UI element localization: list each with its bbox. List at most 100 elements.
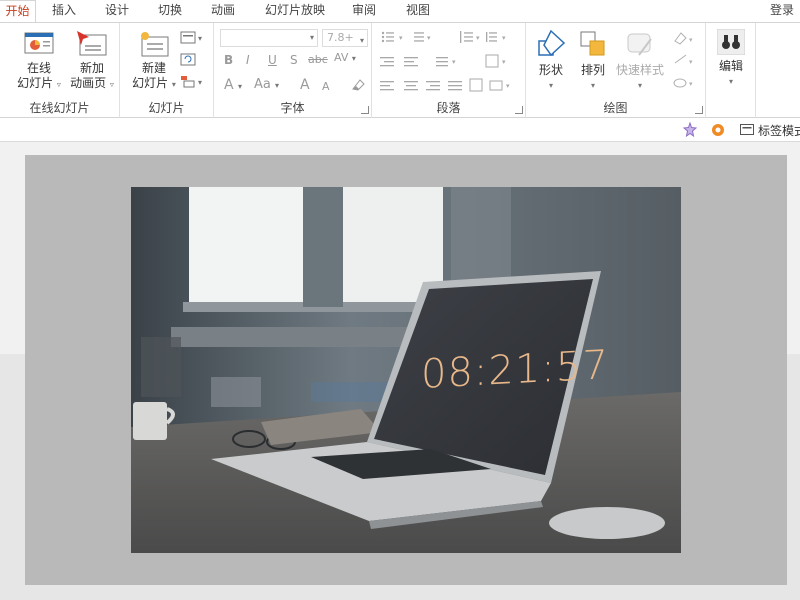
add-animation-page-button[interactable]: 新加 动画页 ▿ bbox=[64, 31, 120, 92]
italic-button[interactable]: I bbox=[246, 53, 250, 67]
font-size-select[interactable]: 7.8+ ▾ bbox=[322, 29, 368, 47]
chevron-down-icon: ▾ bbox=[275, 81, 280, 90]
tab-animations[interactable]: 动画 bbox=[203, 0, 243, 22]
tab-review[interactable]: 审阅 bbox=[344, 0, 384, 22]
shape-format-tools[interactable]: ▾ ▾ ▾ bbox=[672, 29, 698, 95]
group-label-drawing: 绘图 bbox=[603, 101, 628, 115]
laptop-photo[interactable]: 08:21:57 bbox=[131, 187, 681, 553]
new-slide-label-2: 幻灯片 bbox=[132, 76, 169, 90]
login-link[interactable]: 登录 bbox=[770, 0, 800, 22]
shrink-font-button[interactable]: A bbox=[322, 80, 330, 93]
shapes-icon bbox=[538, 29, 566, 57]
chevron-down-icon: ▿ bbox=[109, 80, 114, 89]
new-slide-icon bbox=[141, 32, 169, 57]
svg-text:▾: ▾ bbox=[452, 58, 456, 66]
paragraph-dialog-launcher[interactable] bbox=[515, 106, 523, 114]
shape-button[interactable]: 形状 ▾ bbox=[534, 29, 568, 93]
svg-text:▾: ▾ bbox=[198, 34, 202, 43]
chevron-down-icon: ▾ bbox=[171, 80, 176, 89]
chevron-down-icon: ▾ bbox=[590, 81, 595, 90]
layout-icon[interactable]: ▾ bbox=[180, 31, 206, 45]
tab-view[interactable]: 视图 bbox=[398, 0, 438, 22]
svg-text:▾: ▾ bbox=[689, 36, 693, 44]
ribbon: 在线 幻灯片 ▿ 新加 动画页 ▿ 在线幻灯片 新建 幻灯片 ▾ ▾ ▾ 幻灯片… bbox=[0, 22, 800, 118]
online-slides-button[interactable]: 在线 幻灯片 ▿ bbox=[12, 31, 66, 92]
add-animation-label-2: 动画页 bbox=[70, 76, 107, 90]
quick-access-bar: 标签模式 bbox=[0, 118, 800, 142]
new-slide-button[interactable]: 新建 幻灯片 ▾ bbox=[126, 31, 182, 92]
chevron-down-icon: ▾ bbox=[309, 33, 314, 42]
new-slide-label-1: 新建 bbox=[141, 61, 166, 75]
tab-design[interactable]: 设计 bbox=[97, 0, 137, 22]
slide-canvas[interactable]: 08:21:57 bbox=[25, 155, 787, 585]
font-color-button[interactable]: A ▾ bbox=[224, 77, 242, 93]
arrange-icon bbox=[580, 31, 605, 56]
group-drawing: 形状 ▾ 排列 ▾ 快速样式 ▾ ▾ ▾ ▾ 绘图 bbox=[526, 23, 706, 118]
svg-text:▾: ▾ bbox=[502, 34, 506, 42]
animation-page-icon bbox=[77, 31, 107, 56]
quick-style-icon bbox=[627, 33, 652, 56]
group-label-font: 字体 bbox=[280, 101, 305, 115]
online-slide-icon bbox=[24, 32, 54, 54]
arrange-label: 排列 bbox=[580, 63, 605, 77]
tag-mode-icon bbox=[740, 124, 754, 135]
shape-label: 形状 bbox=[538, 63, 563, 77]
chevron-down-icon: ▿ bbox=[56, 80, 61, 89]
group-slides: 新建 幻灯片 ▾ ▾ ▾ 幻灯片 bbox=[120, 23, 214, 118]
magic-wand-icon[interactable] bbox=[682, 122, 698, 138]
svg-text:▾: ▾ bbox=[399, 34, 403, 42]
tab-insert[interactable]: 插入 bbox=[44, 0, 84, 22]
chevron-down-icon: ▾ bbox=[728, 77, 733, 86]
svg-text:▾: ▾ bbox=[689, 58, 693, 66]
chevron-down-icon: ▾ bbox=[238, 82, 243, 91]
tag-mode-toggle[interactable]: 标签模式 bbox=[758, 122, 800, 139]
tab-home[interactable]: 开始 bbox=[0, 0, 36, 22]
strikethrough-button[interactable]: abc bbox=[308, 53, 328, 66]
bold-button[interactable]: B bbox=[224, 53, 233, 67]
group-font: ▾ 7.8+ ▾ B I U S abc AV ▾ A ▾ Aa ▾ A A 字体 bbox=[214, 23, 372, 118]
section-icon[interactable]: ▾ bbox=[180, 75, 206, 89]
tab-transitions[interactable]: 切换 bbox=[150, 0, 190, 22]
svg-text:▾: ▾ bbox=[427, 34, 431, 42]
font-name-select[interactable]: ▾ bbox=[220, 29, 318, 47]
drawing-dialog-launcher[interactable] bbox=[695, 106, 703, 114]
settings-gear-icon[interactable] bbox=[710, 122, 726, 138]
font-size-value: 7.8+ bbox=[327, 31, 354, 44]
add-animation-label-1: 新加 bbox=[79, 61, 104, 75]
char-spacing-button[interactable]: AV ▾ bbox=[334, 51, 356, 64]
slide-workspace: 08:21:57 bbox=[0, 142, 800, 600]
reset-slide-icon[interactable] bbox=[180, 53, 196, 67]
underline-button[interactable]: U bbox=[268, 53, 277, 67]
shadow-button[interactable]: S bbox=[290, 53, 298, 67]
chevron-down-icon: ▾ bbox=[637, 81, 642, 90]
online-slides-label-2: 幻灯片 bbox=[17, 76, 54, 90]
group-edit: 编辑 ▾ bbox=[706, 23, 756, 118]
tab-slideshow[interactable]: 幻灯片放映 bbox=[258, 0, 332, 22]
ribbon-tabs: 开始 插入 设计 切换 动画 幻灯片放映 审阅 视图 登录 bbox=[0, 0, 800, 22]
svg-text:▾: ▾ bbox=[689, 80, 693, 88]
group-paragraph: ▾ ▾ ▾ ▾ ▾ ▾ ▾ 段落 bbox=[372, 23, 526, 118]
quick-style-button[interactable]: 快速样式 ▾ bbox=[614, 29, 666, 93]
chevron-down-icon: ▾ bbox=[359, 36, 364, 45]
font-dialog-launcher[interactable] bbox=[361, 106, 369, 114]
group-label-paragraph: 段落 bbox=[436, 101, 461, 115]
svg-text:▾: ▾ bbox=[198, 78, 202, 87]
chevron-down-icon: ▾ bbox=[548, 81, 553, 90]
quick-style-label: 快速样式 bbox=[615, 63, 664, 77]
change-case-button[interactable]: Aa ▾ bbox=[254, 77, 279, 92]
group-label-online: 在线幻灯片 bbox=[29, 101, 90, 115]
edit-label: 编辑 bbox=[718, 59, 743, 73]
laptop-clock-display: 08:21:57 bbox=[421, 342, 609, 398]
binoculars-icon bbox=[717, 29, 745, 55]
paragraph-tools[interactable]: ▾ ▾ ▾ ▾ ▾ ▾ ▾ bbox=[380, 29, 520, 101]
group-online-slides: 在线 幻灯片 ▿ 新加 动画页 ▿ 在线幻灯片 bbox=[0, 23, 120, 118]
group-label-slides: 幻灯片 bbox=[148, 101, 185, 115]
clear-format-icon[interactable] bbox=[350, 77, 366, 93]
edit-button[interactable]: 编辑 ▾ bbox=[710, 29, 752, 89]
change-case-label: Aa bbox=[254, 77, 271, 92]
arrange-button[interactable]: 排列 ▾ bbox=[576, 29, 610, 93]
svg-text:▾: ▾ bbox=[502, 58, 506, 66]
font-color-label: A bbox=[224, 77, 234, 93]
grow-font-button[interactable]: A bbox=[300, 77, 310, 93]
chevron-down-icon: ▾ bbox=[351, 54, 356, 63]
